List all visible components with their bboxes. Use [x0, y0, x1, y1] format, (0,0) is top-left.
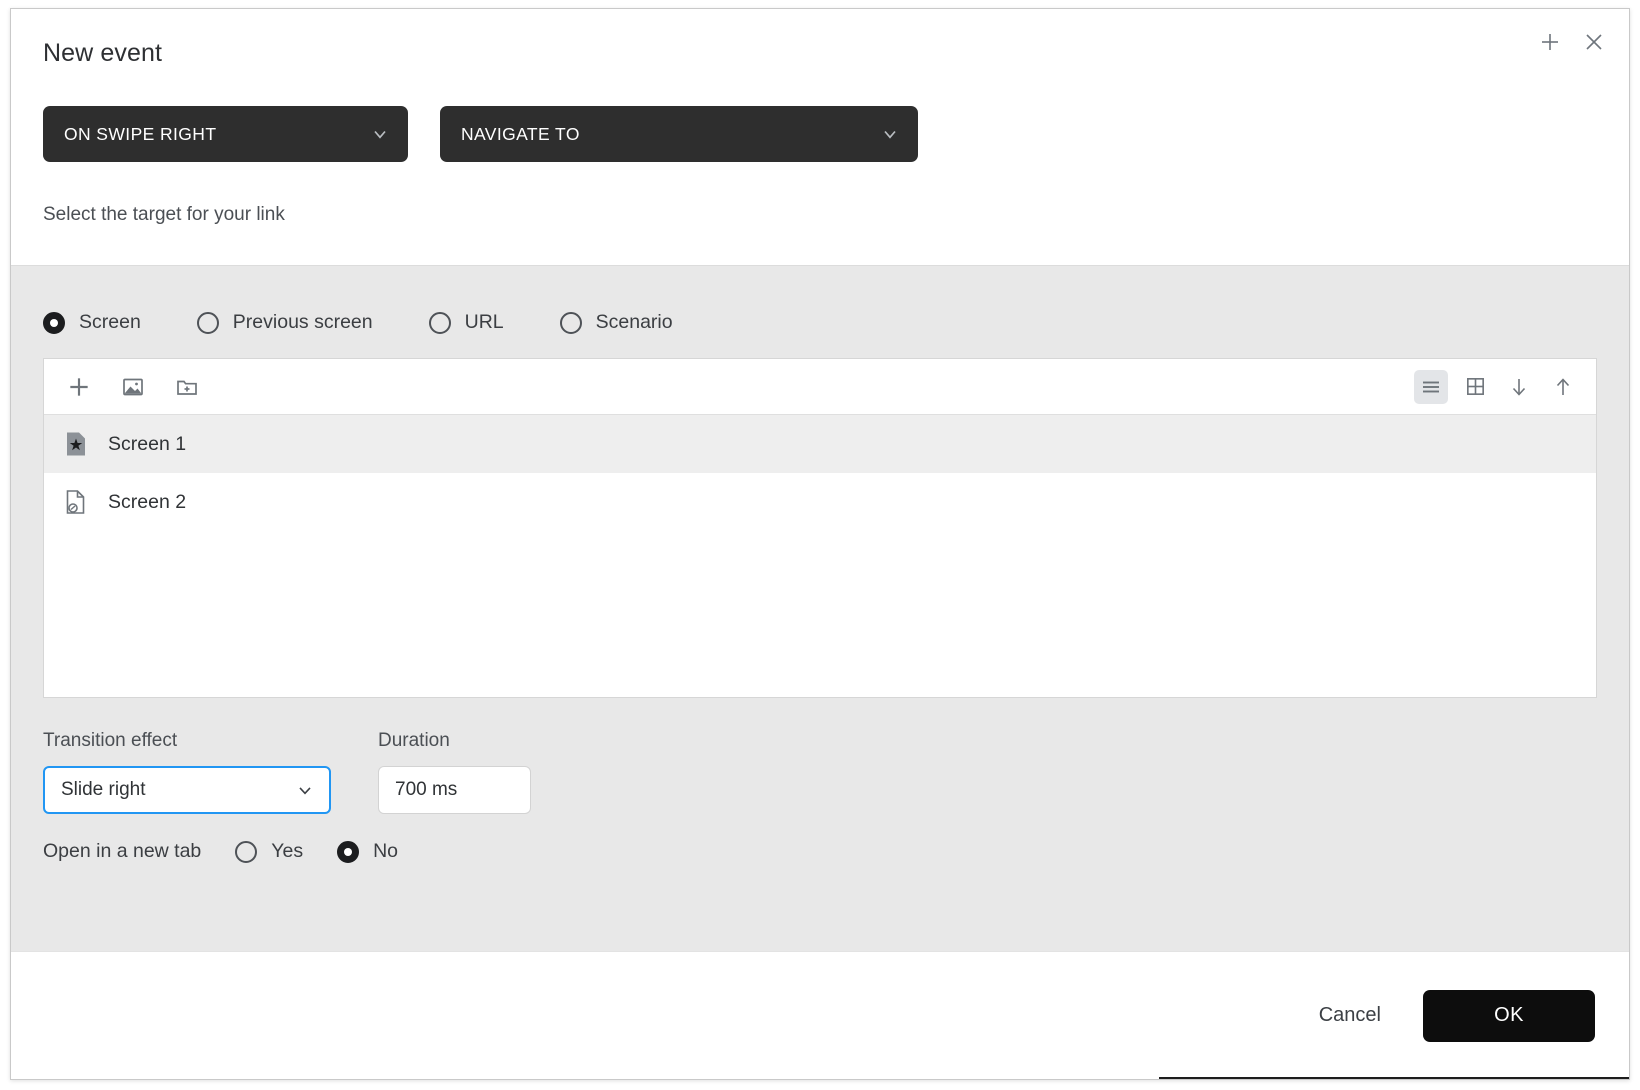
- page-title: New event: [43, 39, 1597, 68]
- radio-indicator: [429, 312, 451, 334]
- duration-group: Duration 700 ms: [378, 730, 531, 814]
- screen-browser: Screen 1 Screen 2: [43, 358, 1597, 698]
- linked-screen-icon: [62, 488, 90, 516]
- screen-list: Screen 1 Screen 2: [44, 415, 1596, 697]
- radio-new-tab-yes[interactable]: Yes: [235, 840, 303, 863]
- dialog-footer: Cancel OK: [11, 951, 1629, 1079]
- radio-indicator: [235, 841, 257, 863]
- close-icon[interactable]: [1581, 29, 1607, 55]
- new-event-dialog: New event ON SWIPE RIGHT: [10, 8, 1630, 1080]
- transition-controls: Transition effect Slide right Duration 7…: [43, 730, 1597, 814]
- radio-label: Yes: [271, 840, 303, 863]
- start-screen-icon: [62, 430, 90, 458]
- action-select[interactable]: NAVIGATE TO: [440, 106, 918, 162]
- radio-label: No: [373, 840, 398, 863]
- radio-label: URL: [465, 311, 504, 334]
- browser-toolbar-right: [1414, 370, 1580, 404]
- radio-indicator: [197, 312, 219, 334]
- radio-label: Screen: [79, 311, 141, 334]
- target-hint: Select the target for your link: [43, 204, 1597, 226]
- list-item[interactable]: Screen 1: [44, 415, 1596, 473]
- browser-toolbar-left: [62, 370, 204, 404]
- list-item[interactable]: Screen 2: [44, 473, 1596, 531]
- radio-url[interactable]: URL: [429, 311, 504, 334]
- add-icon[interactable]: [1537, 29, 1563, 55]
- grid-view-icon[interactable]: [1458, 370, 1492, 404]
- event-selectors: ON SWIPE RIGHT NAVIGATE TO: [43, 106, 1597, 162]
- trigger-select-value: ON SWIPE RIGHT: [64, 124, 216, 145]
- window-controls: [1537, 29, 1607, 55]
- duration-input[interactable]: 700 ms: [378, 766, 531, 814]
- list-view-icon[interactable]: [1414, 370, 1448, 404]
- radio-label: Scenario: [596, 311, 673, 334]
- sort-descending-icon[interactable]: [1502, 370, 1536, 404]
- footer-divider: [1159, 1077, 1629, 1079]
- radio-previous-screen[interactable]: Previous screen: [197, 311, 373, 334]
- sort-ascending-icon[interactable]: [1546, 370, 1580, 404]
- radio-indicator: [337, 841, 359, 863]
- trigger-select[interactable]: ON SWIPE RIGHT: [43, 106, 408, 162]
- transition-effect-select[interactable]: Slide right: [43, 766, 331, 814]
- radio-indicator: [560, 312, 582, 334]
- cancel-button[interactable]: Cancel: [1319, 1004, 1381, 1027]
- radio-screen[interactable]: Screen: [43, 311, 141, 334]
- chevron-down-icon: [295, 780, 315, 800]
- chevron-down-icon: [370, 124, 390, 144]
- transition-effect-value: Slide right: [61, 779, 146, 801]
- open-in-new-tab-label: Open in a new tab: [43, 840, 201, 863]
- chevron-down-icon: [880, 124, 900, 144]
- add-image-icon[interactable]: [116, 370, 150, 404]
- target-type-radio-group: Screen Previous screen URL Scenario: [43, 266, 1597, 334]
- transition-effect-label: Transition effect: [43, 730, 331, 752]
- radio-label: Previous screen: [233, 311, 373, 334]
- action-select-value: NAVIGATE TO: [461, 124, 580, 145]
- dialog-header: New event ON SWIPE RIGHT: [11, 9, 1629, 265]
- radio-new-tab-no[interactable]: No: [337, 840, 398, 863]
- add-screen-icon[interactable]: [62, 370, 96, 404]
- browser-toolbar: [44, 359, 1596, 415]
- list-item-label: Screen 2: [108, 491, 186, 514]
- radio-scenario[interactable]: Scenario: [560, 311, 673, 334]
- radio-indicator: [43, 312, 65, 334]
- list-item-label: Screen 1: [108, 433, 186, 456]
- transition-effect-group: Transition effect Slide right: [43, 730, 331, 814]
- duration-label: Duration: [378, 730, 531, 752]
- open-in-new-tab-group: Open in a new tab Yes No: [43, 840, 1597, 863]
- dialog-body: Screen Previous screen URL Scenario: [11, 265, 1629, 951]
- ok-button[interactable]: OK: [1423, 990, 1595, 1042]
- new-folder-icon[interactable]: [170, 370, 204, 404]
